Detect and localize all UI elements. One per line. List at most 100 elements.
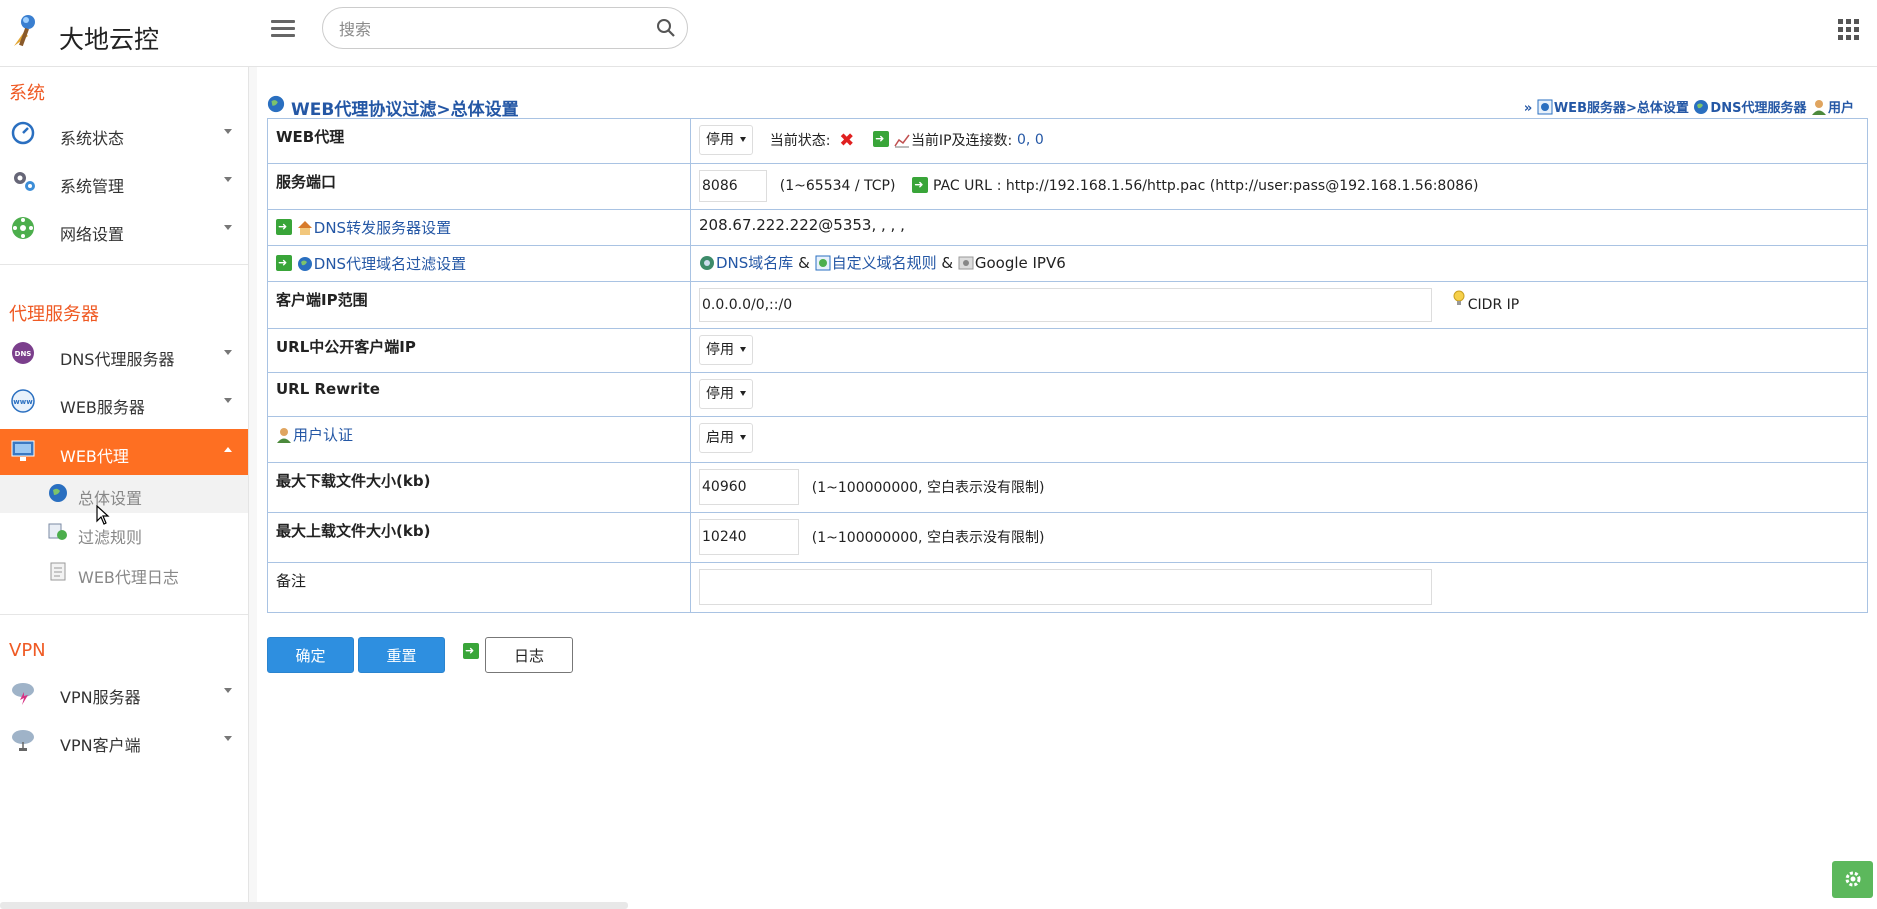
label-service-port: 服务端口 <box>267 163 691 210</box>
sidebar-item-label: DNS代理服务器 <box>60 350 175 369</box>
settings-fab-button[interactable] <box>1832 861 1873 898</box>
google-ipv6-label: Google IPV6 <box>974 254 1066 272</box>
breadcrumb-link-dns-proxy[interactable]: DNS代理服务器 <box>1710 101 1806 116</box>
reset-button[interactable]: 重置 <box>358 637 445 673</box>
brand-name: 大地云控 <box>59 25 160 54</box>
value-dns-forward: 208.67.222.222@5353, , , , <box>690 209 1868 246</box>
custom-domain-rules-link[interactable]: 自定义域名规则 <box>832 254 937 272</box>
section-title-vpn: VPN <box>9 640 46 661</box>
section-title-proxy: 代理服务器 <box>9 304 99 325</box>
cidr-ip-hint: CIDR IP <box>1467 297 1520 313</box>
log-icon <box>50 562 66 581</box>
sidebar-item-network-settings[interactable]: 网络设置 <box>0 207 248 253</box>
sidebar-item-system-status[interactable]: 系统状态 <box>0 111 248 157</box>
go-arrow-icon[interactable] <box>276 219 292 235</box>
row-dns-filter: DNS代理域名过滤设置 DNS域名库 & 自定义域名规则 & Google IP… <box>267 245 1868 282</box>
breadcrumb: » WEB服务器>总体设置 DNS代理服务器 用户 <box>1524 97 1854 116</box>
user-auth-link[interactable]: 用户认证 <box>293 426 353 444</box>
monitor-icon <box>11 440 35 461</box>
breadcrumb-prefix: » <box>1523 101 1533 116</box>
section-title-system: 系统 <box>9 83 45 104</box>
max-upload-input[interactable] <box>699 519 799 555</box>
apps-grid-icon[interactable] <box>1838 19 1860 41</box>
sidebar-subitem-web-proxy-log[interactable]: WEB代理日志 <box>0 554 248 592</box>
value-url-public-ip: 停用 <box>690 328 1868 373</box>
service-port-input[interactable] <box>699 170 767 202</box>
row-web-proxy: WEB代理 停用 当前状态: ✖ 当前IP及连接数: 0, 0 <box>267 118 1868 164</box>
user-icon <box>277 428 291 443</box>
label-remark: 备注 <box>267 562 691 613</box>
chevron-down-icon <box>224 688 232 693</box>
gears-icon <box>14 172 35 191</box>
pac-url-value: : http://192.168.1.56/http.pac (http://u… <box>996 178 1479 194</box>
sidebar-item-vpn-server[interactable]: VPN服务器 <box>0 670 248 716</box>
ampersand: & <box>798 254 810 272</box>
go-arrow-icon[interactable] <box>276 255 292 271</box>
divider <box>0 614 248 615</box>
chevron-down-icon <box>224 398 232 403</box>
page-title: WEB代理协议过滤>总体设置 <box>291 100 519 120</box>
globe-icon <box>267 95 285 113</box>
settings-table: WEB代理 停用 当前状态: ✖ 当前IP及连接数: 0, 0 服务端口 (1~… <box>267 118 1868 613</box>
web-proxy-select[interactable]: 停用 <box>699 125 753 155</box>
remark-input[interactable] <box>699 569 1432 605</box>
url-public-ip-select[interactable]: 停用 <box>699 335 753 365</box>
dns-filter-link[interactable]: DNS代理域名过滤设置 <box>314 255 466 273</box>
house-icon <box>297 221 312 235</box>
sidebar-item-web-server[interactable]: www WEB服务器 <box>0 380 248 426</box>
label-web-proxy: WEB代理 <box>267 118 691 164</box>
max-upload-note: (1~100000000, 空白表示没有限制) <box>811 530 1045 546</box>
sidebar-item-system-management[interactable]: 系统管理 <box>0 159 248 205</box>
label-dns-filter-cell: DNS代理域名过滤设置 <box>267 245 691 282</box>
client-ip-input[interactable] <box>699 288 1432 322</box>
pac-url-link[interactable]: PAC URL <box>933 178 992 194</box>
chevron-down-icon <box>224 225 232 230</box>
search-input[interactable] <box>337 16 641 42</box>
www-globe-icon: www <box>11 389 35 413</box>
breadcrumb-link-user[interactable]: 用户 <box>1828 101 1854 116</box>
menu-toggle-icon[interactable] <box>271 20 295 40</box>
ip-connections-value: 0, 0 <box>1017 132 1044 148</box>
ampersand: & <box>941 254 954 272</box>
globe-icon <box>49 484 67 502</box>
confirm-button[interactable]: 确定 <box>267 637 354 673</box>
dns-globe-icon <box>1694 100 1709 114</box>
search-box <box>322 7 688 49</box>
value-max-download: (1~100000000, 空白表示没有限制) <box>690 462 1868 513</box>
mouse-cursor-icon <box>96 505 110 525</box>
row-url-rewrite: URL Rewrite 停用 <box>267 372 1868 417</box>
user-icon <box>1811 100 1826 115</box>
dns-forward-link[interactable]: DNS转发服务器设置 <box>314 219 451 237</box>
horizontal-scrollbar[interactable] <box>0 902 628 909</box>
sidebar-item-dns-proxy[interactable]: DNS DNS代理服务器 <box>0 332 248 378</box>
go-arrow-icon[interactable] <box>912 176 929 193</box>
status-x-icon: ✖ <box>839 129 855 151</box>
chevron-up-icon <box>224 447 232 452</box>
google-icon <box>958 256 974 270</box>
label-max-upload: 最大上载文件大小(kb) <box>267 512 691 563</box>
sidebar-subitem-filter-rules[interactable]: 过滤规则 <box>0 514 248 552</box>
cloud-network-icon <box>12 730 34 751</box>
dns-domain-library-link[interactable]: DNS域名库 <box>716 254 793 272</box>
max-download-input[interactable] <box>699 469 799 505</box>
label-user-auth-cell: 用户认证 <box>267 416 691 463</box>
row-max-upload: 最大上载文件大小(kb) (1~100000000, 空白表示没有限制) <box>267 512 1868 563</box>
go-arrow-icon[interactable] <box>873 130 890 147</box>
value-url-rewrite: 停用 <box>690 372 1868 417</box>
breadcrumb-link-web-server[interactable]: WEB服务器>总体设置 <box>1554 101 1689 116</box>
database-globe-icon <box>700 256 714 270</box>
search-icon[interactable] <box>656 18 676 38</box>
row-max-download: 最大下载文件大小(kb) (1~100000000, 空白表示没有限制) <box>267 462 1868 513</box>
go-arrow-icon[interactable] <box>463 643 479 659</box>
network-icon <box>12 217 34 239</box>
sidebar-item-web-proxy[interactable]: WEB代理 <box>0 429 248 475</box>
sidebar-subitem-general-settings[interactable]: 总体设置 <box>0 475 248 513</box>
value-client-ip: CIDR IP <box>690 281 1868 329</box>
log-button[interactable]: 日志 <box>485 637 573 673</box>
url-rewrite-select[interactable]: 停用 <box>699 379 753 409</box>
chevron-down-icon <box>224 177 232 182</box>
value-remark <box>690 562 1868 613</box>
sidebar-item-vpn-client[interactable]: VPN客户端 <box>0 718 248 764</box>
speedometer-icon <box>11 121 35 145</box>
user-auth-select[interactable]: 启用 <box>699 423 753 453</box>
